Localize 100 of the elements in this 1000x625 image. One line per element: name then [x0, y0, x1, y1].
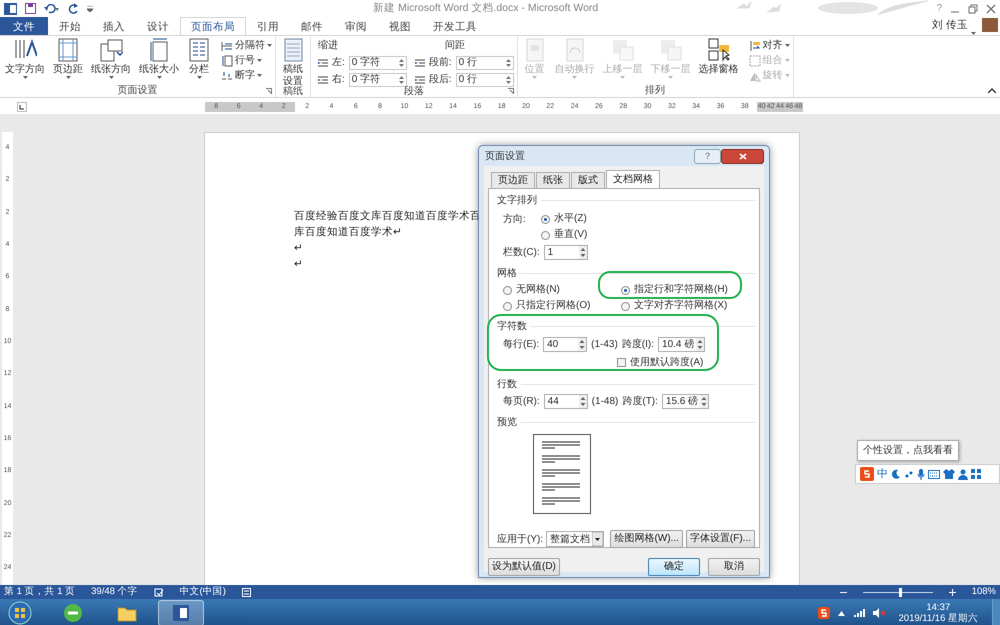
dialog-launcher-icon[interactable]: [266, 88, 272, 94]
spin-field[interactable]: 0 行: [456, 56, 514, 70]
ribbon-tab[interactable]: 文件: [0, 17, 48, 35]
show-hidden-icons-icon[interactable]: [838, 610, 845, 616]
spin-field[interactable]: 10.4 磅: [658, 336, 706, 352]
ribbon-tab[interactable]: 视图: [378, 17, 422, 35]
spin-arrows-icon[interactable]: [398, 58, 404, 68]
close-button[interactable]: [721, 148, 764, 164]
keyboard-icon[interactable]: [928, 470, 940, 478]
apply-to-dropdown[interactable]: 整篇文档: [546, 531, 604, 547]
microphone-icon[interactable]: [917, 468, 925, 480]
ribbon-tab[interactable]: 插入: [92, 17, 136, 35]
close-icon[interactable]: [986, 4, 996, 14]
shirt-icon[interactable]: [943, 469, 955, 479]
word-logo-icon[interactable]: [4, 2, 17, 14]
redo-icon[interactable]: [68, 3, 79, 14]
spin-field[interactable]: 0 行: [456, 72, 514, 86]
input-mode-toggle[interactable]: 中: [877, 466, 888, 482]
spin-arrows-icon: [578, 246, 587, 258]
collapse-ribbon-icon[interactable]: [988, 88, 996, 93]
ok-button[interactable]: 确定: [648, 558, 700, 576]
spin-field[interactable]: 1: [544, 244, 588, 260]
spin-field[interactable]: 15.6 磅: [662, 394, 709, 408]
radio-option[interactable]: 指定行和字符网格(H): [621, 284, 728, 296]
ime-logo-icon[interactable]: [860, 467, 874, 481]
grid-icon[interactable]: [971, 469, 981, 479]
ribbon-menu-button[interactable]: 行号: [221, 53, 272, 68]
save-icon[interactable]: [25, 3, 36, 14]
align-icon: [748, 40, 761, 52]
radio-option[interactable]: 无网格(N): [503, 284, 560, 296]
user-name[interactable]: 刘 传玉: [932, 18, 968, 34]
line-numbers-icon: [221, 54, 233, 66]
field-label: 每行(E):: [503, 338, 540, 352]
customize-icon[interactable]: [87, 6, 93, 12]
dialog-button[interactable]: 字体设置(F)...: [686, 530, 755, 548]
page-count[interactable]: 第 1 页，共 1 页: [4, 585, 76, 599]
dialog-launcher-icon[interactable]: [508, 88, 514, 94]
undo-icon[interactable]: [44, 4, 60, 14]
field-label: 右:: [332, 73, 345, 87]
ribbon-tab[interactable]: 开发工具: [422, 17, 488, 35]
ribbon-button[interactable]: 纸张方向: [89, 38, 133, 79]
person-icon[interactable]: [958, 468, 968, 480]
spin-field[interactable]: 0 字符: [348, 72, 407, 86]
language-indicator[interactable]: 中文(中国): [180, 585, 226, 599]
clock-time[interactable]: 14:37: [926, 602, 950, 613]
radio-option[interactable]: 只指定行网格(O): [503, 300, 590, 312]
ribbon-tab[interactable]: 邮件: [290, 17, 334, 35]
dialog-tab[interactable]: 纸张: [536, 172, 570, 188]
ribbon-button[interactable]: 选择窗格: [696, 38, 741, 76]
caret-icon: [257, 59, 262, 62]
spin-arrows-icon[interactable]: [506, 74, 511, 84]
ribbon-button[interactable]: 纸张大小: [137, 38, 181, 79]
radio-option[interactable]: 垂直(V): [541, 229, 588, 241]
caret-icon: [267, 44, 272, 47]
ribbon-tab[interactable]: 引用: [246, 17, 290, 35]
restore-icon[interactable]: [968, 4, 978, 14]
dialog-tab[interactable]: 文档网格: [606, 170, 660, 188]
spin-field[interactable]: 44: [544, 394, 588, 408]
spin-field[interactable]: 0 字符: [348, 56, 407, 70]
spin-arrows-icon[interactable]: [398, 74, 404, 84]
volume-muted-icon[interactable]: [872, 608, 885, 618]
hyphenation-icon: [221, 70, 233, 82]
spin-arrows-icon[interactable]: [506, 58, 511, 68]
radio-option[interactable]: 文字对齐字符网格(X): [621, 300, 728, 312]
taskbar-button[interactable]: [158, 600, 204, 625]
ribbon-tab[interactable]: 页面布局: [180, 17, 246, 35]
caret-icon: [784, 44, 790, 47]
zoom-slider-thumb[interactable]: [899, 588, 902, 596]
zoom-level[interactable]: 108%: [972, 585, 996, 599]
proofing-icon[interactable]: [154, 588, 164, 596]
dialog-button[interactable]: 绘图网格(W)...: [610, 530, 683, 548]
radio-option[interactable]: 水平(Z): [541, 213, 587, 225]
zoom-in-icon[interactable]: [948, 588, 956, 596]
clock-date[interactable]: 2019/11/16 星期六: [898, 613, 978, 624]
moon-icon[interactable]: [891, 469, 901, 479]
word-count[interactable]: 39/48 个字: [91, 585, 138, 599]
punctuation-icon[interactable]: [904, 469, 914, 479]
ribbon-button[interactable]: 文字方向: [3, 38, 47, 79]
spin-field[interactable]: 40: [543, 336, 588, 352]
ribbon-tab[interactable]: 开始: [48, 17, 92, 35]
dialog-tab[interactable]: 版式: [571, 172, 605, 188]
ribbon-menu-button[interactable]: 断字: [221, 68, 272, 83]
ribbon-menu-button[interactable]: 分隔符: [221, 38, 272, 53]
ribbon-tab[interactable]: 设计: [136, 17, 180, 35]
help-button[interactable]: ?: [694, 148, 721, 164]
tab-selector-icon[interactable]: [17, 102, 27, 112]
ribbon-menu-button[interactable]: 对齐: [748, 38, 790, 53]
signal-icon[interactable]: [852, 608, 865, 618]
set-default-button[interactable]: 设为默认值(D): [488, 558, 560, 576]
ribbon-tab[interactable]: 审阅: [334, 17, 378, 35]
macro-icon[interactable]: [242, 588, 251, 596]
ribbon-button[interactable]: 页边距: [51, 38, 85, 79]
spin-arrows-icon: [700, 394, 708, 408]
cancel-button[interactable]: 取消: [708, 558, 760, 576]
input-method-icon[interactable]: [818, 607, 830, 619]
dialog-tab[interactable]: 页边距: [491, 172, 535, 188]
checkbox-option[interactable]: 使用默认跨度(A): [617, 354, 704, 370]
start-button-icon[interactable]: [8, 601, 32, 625]
spacing-before-icon: [414, 58, 425, 68]
ribbon-button[interactable]: 分栏: [185, 38, 213, 79]
